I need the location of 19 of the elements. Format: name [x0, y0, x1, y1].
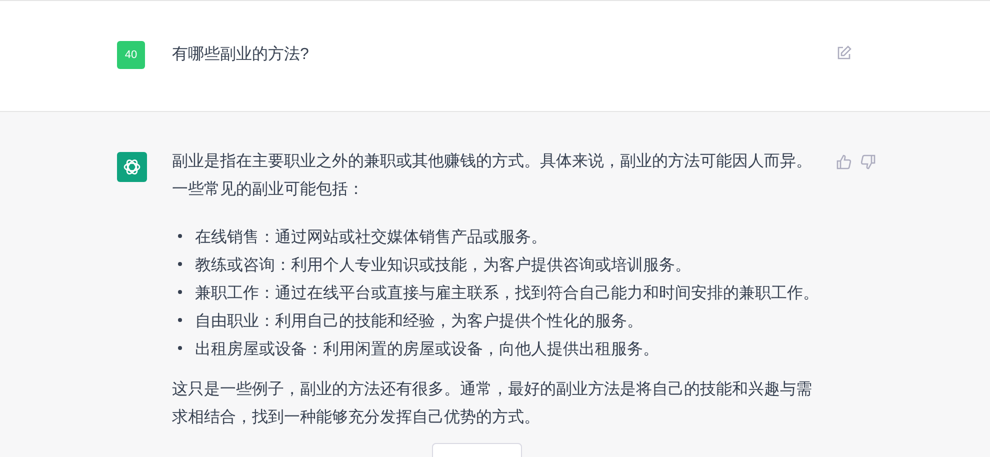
list-item: 自由职业：利用自己的技能和经验，为客户提供个性化的服务。: [195, 312, 643, 332]
bullet-icon: [178, 262, 182, 266]
knot-logo-icon: [122, 157, 142, 177]
bullet-icon: [178, 318, 182, 322]
conclusion-paragraph: 这只是一些例子，副业的方法还有很多。通常，最好的副业方法是将自己的技能和兴趣与需求相结合，找到一种能够充分发挥自己优势的方式。: [172, 380, 813, 428]
list-item: 教练或咨询：利用个人专业知识或技能，为客户提供咨询或培训服务。: [195, 256, 691, 276]
user-avatar: 40: [117, 41, 145, 69]
list-item: 出租房屋或设备：利用闲置的房屋或设备，向他人提供出租服务。: [195, 340, 659, 360]
user-message: 有哪些副业的方法?: [172, 44, 310, 65]
edit-icon[interactable]: [836, 45, 852, 61]
bullet-icon: [178, 346, 182, 350]
intro-paragraph: 副业是指在主要职业之外的兼职或其他赚钱的方式。具体来说，副业的方法可能因人而异。一些常见的副业可能包括：: [172, 152, 813, 200]
thumbs-down-icon[interactable]: [860, 154, 876, 170]
thumbs-up-icon[interactable]: [836, 154, 852, 170]
list-item: 兼职工作：通过在线平台或直接与雇主联系，找到符合自己能力和时间安排的兼职工作。: [195, 284, 819, 304]
list-item: 在线销售：通过网站或社交媒体销售产品或服务。: [195, 228, 547, 248]
bullet-icon: [178, 290, 182, 294]
button[interactable]: [432, 443, 522, 457]
bullet-icon: [178, 234, 182, 238]
